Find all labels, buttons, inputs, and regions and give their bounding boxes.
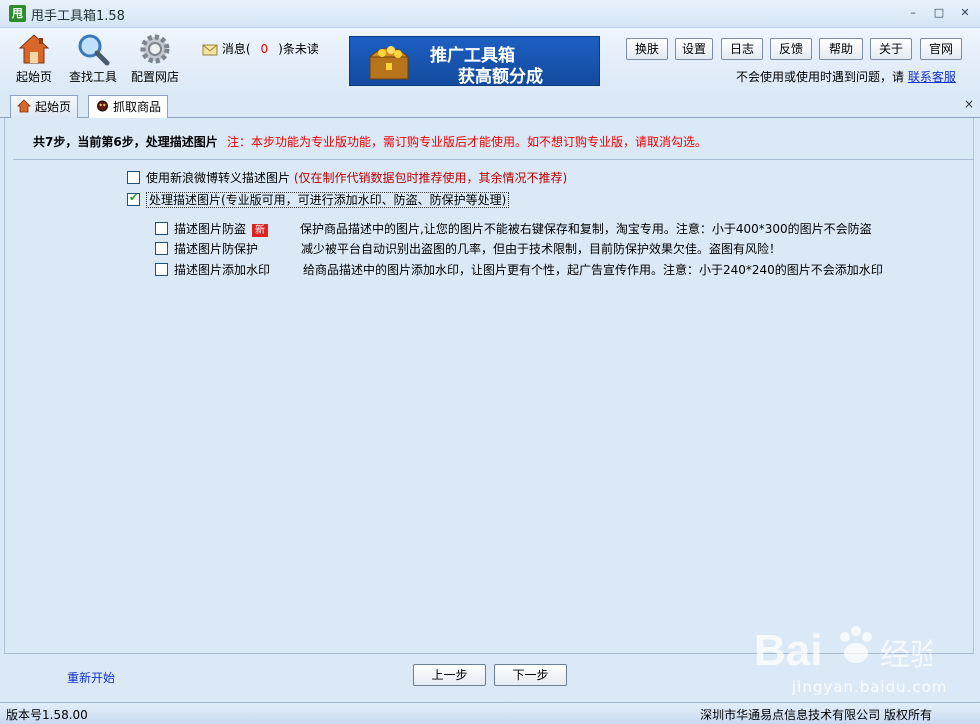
- process-label: 处理描述图片(专业版可用，可进行添加水印、防盗、防保护等处理): [146, 192, 510, 208]
- feedback-button[interactable]: 反馈: [770, 38, 812, 60]
- title-bar: 甩 甩手工具箱1.58 – □ ✕: [0, 0, 980, 28]
- envelope-icon: [202, 44, 218, 55]
- tab-capture-products[interactable]: 抓取商品: [88, 95, 169, 119]
- weibo-label: 使用新浪微博转义描述图片: [146, 171, 291, 185]
- watermark-checkbox[interactable]: [155, 263, 168, 276]
- baidu-watermark-logo: Bai 经验: [754, 626, 932, 675]
- tab-home-label: 起始页: [35, 100, 72, 114]
- help-note: 不会使用或使用时遇到问题，请 联系客服: [736, 68, 956, 85]
- process-checkbox[interactable]: [127, 191, 140, 206]
- prev-step-button[interactable]: 上一步: [413, 664, 486, 686]
- copyright-text: 深圳市华通易点信息技术有限公司 版权所有: [700, 708, 932, 722]
- main-toolbar: 起始页 查找工具 配置网店 消息(0)条未读 推广工具箱 获高额分成 换肤 …: [0, 28, 980, 90]
- svg-text:Bai: Bai: [754, 626, 822, 675]
- house-icon: [17, 99, 31, 113]
- new-badge: 新: [252, 224, 269, 237]
- option-weibo-convert[interactable]: 使用新浪微博转义描述图片 (仅在制作代销数据包时推荐使用，其余情况不推荐): [127, 169, 567, 186]
- anti-theft-label: 描述图片防盗: [174, 222, 247, 236]
- step-panel: 共7步，当前第6步，处理描述图片 注：本步功能为专业版功能，需订购专业版后才能使…: [4, 118, 974, 653]
- log-button[interactable]: 日志: [721, 38, 763, 60]
- weibo-hint: (仅在制作代销数据包时推荐使用，其余情况不推荐): [293, 171, 568, 185]
- spider-icon: [97, 100, 108, 112]
- banner-line2: 获高额分成: [458, 67, 543, 87]
- contact-support-link[interactable]: 联系客服: [908, 70, 956, 84]
- divider: [13, 159, 973, 160]
- anti-protect-desc: 减少被平台自动识别出盗图的几率，但由于技术限制，目前防保护效果欠佳。盗图有风险！: [301, 242, 782, 256]
- unread-count: 0: [260, 42, 269, 56]
- svg-text:经验: 经验: [880, 638, 932, 673]
- watermark-desc: 给商品描述中的图片添加水印，让图片更有个性，起广告宣传作用。注意：小于240*2…: [303, 263, 883, 277]
- step-note: 注：本步功能为专业版功能，需订购专业版后才能使用。如不想订购专业版，请取消勾选。: [227, 135, 708, 149]
- search-tool-label: 查找工具: [68, 70, 117, 84]
- weibo-checkbox[interactable]: [127, 171, 140, 184]
- message-suffix: )条未读: [278, 42, 319, 56]
- maximize-button[interactable]: □: [930, 5, 948, 21]
- website-button[interactable]: 官网: [920, 38, 962, 60]
- message-prefix: 消息(: [221, 42, 251, 56]
- anti-theft-checkbox[interactable]: [155, 222, 168, 235]
- search-tool-button[interactable]: 查找工具: [62, 32, 124, 85]
- settings-button[interactable]: 设置: [675, 38, 713, 60]
- gear-icon: [140, 34, 170, 64]
- tab-bar: 起始页 抓取商品 ×: [0, 94, 980, 119]
- version-text: 版本号1.58.00: [6, 708, 88, 722]
- close-window-button[interactable]: ✕: [956, 5, 974, 21]
- option-watermark[interactable]: 描述图片添加水印: [155, 261, 270, 278]
- config-shop-label: 配置网店: [130, 70, 179, 84]
- home-tool-label: 起始页: [15, 70, 52, 84]
- tab-capture-label: 抓取商品: [113, 100, 162, 114]
- tab-home[interactable]: 起始页: [10, 95, 79, 118]
- anti-protect-label: 描述图片防保护: [174, 242, 259, 256]
- house-icon: [18, 34, 50, 64]
- next-step-button[interactable]: 下一步: [494, 664, 567, 686]
- about-button[interactable]: 关于: [870, 38, 912, 60]
- option-anti-theft[interactable]: 描述图片防盗新: [155, 220, 269, 237]
- help-text: 不会使用或使用时遇到问题，请: [736, 70, 905, 84]
- option-anti-protect[interactable]: 描述图片防保护: [155, 240, 258, 257]
- watermark-label: 描述图片添加水印: [174, 263, 271, 277]
- config-shop-button[interactable]: 配置网店: [124, 32, 186, 85]
- close-tab-icon[interactable]: ×: [964, 97, 974, 111]
- home-tool-button[interactable]: 起始页: [3, 32, 65, 85]
- promo-banner[interactable]: 推广工具箱 获高额分成: [349, 36, 600, 87]
- help-button[interactable]: 帮助: [819, 38, 863, 60]
- app-logo: 甩: [9, 5, 26, 22]
- restart-link[interactable]: 重新开始: [67, 669, 115, 686]
- treasure-chest-icon: [368, 46, 410, 80]
- skin-button[interactable]: 换肤: [626, 38, 668, 60]
- anti-theft-desc: 保护商品描述中的图片,让您的图片不能被右键保存和复制，淘宝专用。注意：小于400…: [300, 222, 872, 236]
- status-bar: 版本号1.58.00 深圳市华通易点信息技术有限公司 版权所有: [0, 702, 980, 724]
- watermark-url: jingyan.baidu.com: [792, 678, 948, 696]
- minimize-button[interactable]: –: [904, 5, 922, 21]
- step-heading: 共7步，当前第6步，处理描述图片: [33, 135, 218, 149]
- message-indicator[interactable]: 消息( 0 )条未读: [202, 40, 319, 57]
- window-title: 甩手工具箱1.58: [31, 9, 125, 24]
- anti-protect-checkbox[interactable]: [155, 242, 168, 255]
- magnifier-icon: [78, 34, 110, 66]
- option-process-images[interactable]: 处理描述图片(专业版可用，可进行添加水印、防盗、防保护等处理): [127, 191, 510, 208]
